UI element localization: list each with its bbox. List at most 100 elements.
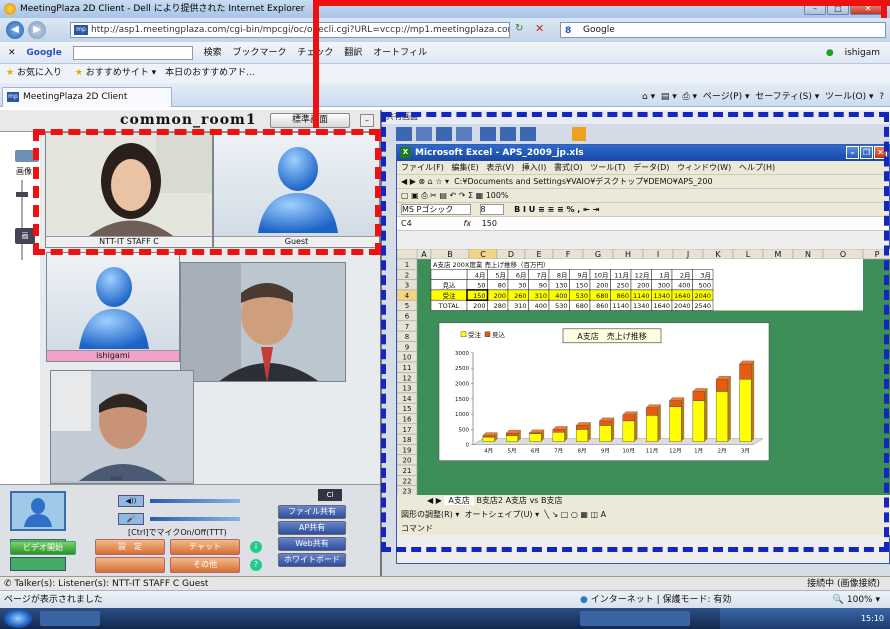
add-favorite-icon[interactable]: ★ [75,68,83,78]
google-search-input[interactable] [72,45,193,60]
search-input[interactable]: 8 Google [560,22,886,38]
speaker-volume-slider[interactable] [150,499,240,503]
toolbar-icon-2[interactable] [416,127,432,141]
cell-value: 310 [514,302,526,310]
connection-status: 接続中 (画像接続) [807,579,880,589]
spreadsheet[interactable]: A B C D E F G H I J K L M N O P 1 2 3 4 5 6 7 8 9 10 11 12 13 14 15 16 1… [397,249,890,495]
google-search-button[interactable]: 検索 [204,48,222,58]
fav-item-1[interactable]: おすすめサイト ▾ [86,68,156,78]
standard-view-button[interactable]: 標準画面 [270,113,350,128]
excel-minimize-button[interactable]: – [846,146,859,159]
cell-ref[interactable]: C4 [401,217,461,230]
toolbar-icon-7[interactable] [520,127,536,141]
mic-icon[interactable]: 🎤 [118,513,144,525]
help-circle-icon[interactable]: ? [250,559,262,571]
toolbar-icon-5[interactable] [480,127,496,141]
url-input[interactable]: mp http://asp1.meetingplaza.com/cgi-bin/m… [70,22,510,38]
volume-slider-handle[interactable] [16,192,28,197]
back-button[interactable]: ◀ [6,21,24,39]
whiteboard-button[interactable]: ホワイトボード [278,553,346,567]
excel-restore-button[interactable]: ❐ [860,146,873,159]
video-tile-yokohama[interactable]: 横浜支店 [180,262,346,382]
help-icon[interactable]: ? [879,92,884,102]
info-icon[interactable]: i [250,541,262,553]
zoom-control[interactable]: 🔍 100% ▾ [833,591,880,609]
toolbar-icon-1[interactable] [396,127,412,141]
file-share-button[interactable]: ファイル共有 [278,505,346,519]
cell-value: 400 [678,282,690,290]
menu-file[interactable]: ファイル(F) [401,163,444,172]
excel-path[interactable]: C:¥Documents and Settings¥VAIO¥デスクトップ¥DE… [454,177,712,186]
collapse-icon[interactable]: – [360,114,374,127]
print-icon[interactable]: ⎙ ▾ [682,92,697,102]
side-button[interactable]: 画 [15,228,35,244]
toolbar-icon-6[interactable] [500,127,516,141]
tab-meetingplaza[interactable]: mp MeetingPlaza 2D Client [2,87,172,107]
excel-close-button[interactable]: ✕ [874,146,887,159]
autoshape-button[interactable]: オートシェイプ(U) ▾ [464,510,539,519]
google-autofill-button[interactable]: オートフィル [373,48,427,58]
sheet-tab-3[interactable]: A支店 vs B支店 [506,496,563,505]
video-tile-staff-c[interactable]: NTT-IT STAFF C [45,132,213,248]
bar-juchu [482,436,495,442]
cmd-safety[interactable]: セーフティ(S) ▾ [755,92,819,102]
formula-input[interactable]: 150 [482,219,497,228]
sheet-tab-1[interactable]: A支店 [444,496,474,505]
video-tile-guest[interactable]: Guest [213,132,380,248]
menu-insert[interactable]: 挿入(I) [522,163,547,172]
mic-volume-slider[interactable] [150,517,240,521]
forward-button[interactable]: ▶ [28,21,46,39]
fav-item-2[interactable]: 本日のおすすめアド... [165,68,255,78]
web-nav-icons[interactable]: ◀ ▶ ⊗ ⌂ ☆ ▾ [401,177,449,186]
menu-help[interactable]: ヘルプ(H) [739,163,775,172]
feeds-icon[interactable]: ▤ ▾ [661,92,677,102]
speaker-icon[interactable]: ◀)) [118,495,144,507]
web-share-button[interactable]: Web共有 [278,537,346,551]
favorites-button[interactable]: お気に入り [17,68,62,78]
quick-launch[interactable] [40,611,100,626]
menu-data[interactable]: データ(D) [633,163,669,172]
column-letter: L [746,250,751,259]
taskbar-apps[interactable] [580,611,690,626]
menu-format[interactable]: 書式(O) [554,163,583,172]
home-icon[interactable]: ⌂ ▾ [642,92,655,102]
toolbar-icon-4[interactable] [456,127,472,141]
ap-share-button[interactable]: AP共有 [278,521,346,535]
google-translate-button[interactable]: 翻訳 [344,48,362,58]
video-tile-ishigami[interactable]: ishigami [46,252,180,362]
toolbar-close-icon[interactable]: ✕ [8,48,16,58]
cl-badge[interactable]: Cl [318,489,342,501]
menu-edit[interactable]: 編集(E) [451,163,478,172]
font-select[interactable]: MS Pゴシック [401,204,471,215]
excel-zoom[interactable]: 100% [486,191,509,200]
stop-icon[interactable]: ✕ [535,22,544,35]
toolbar-icon-3[interactable] [436,127,452,141]
format-icons[interactable]: B I U ≡ ≡ ≡ % , ⇤ ⇥ [514,205,599,214]
google-user[interactable]: ● ishigam [818,42,880,64]
start-button[interactable] [4,609,32,628]
camera-icon[interactable] [15,150,39,162]
refresh-icon[interactable]: ↻ [515,23,523,34]
menu-window[interactable]: ウィンドウ(W) [677,163,731,172]
draw-icons[interactable]: ╲ ↘ □ ○ ▦ ◫ A [544,510,606,519]
video-tile-test[interactable]: test [50,370,194,484]
camera-select-button[interactable] [10,557,66,571]
month-header: 5月 [495,271,506,279]
pointer-icon[interactable] [572,127,586,141]
sheet-tab-2[interactable]: B支店2 [476,496,503,505]
font-size-select[interactable]: 8 [479,204,504,215]
draw-adjust-button[interactable]: 図形の調整(R) ▾ [401,510,459,519]
cmd-page[interactable]: ページ(P) ▾ [703,92,750,102]
sheet-nav-icons[interactable]: ◀ ▶ [427,496,442,505]
menu-view[interactable]: 表示(V) [486,163,514,172]
standard-toolbar-icons[interactable]: ▢ ▣ ⎙ ✂ ▤ ↶ ↷ Σ ▦ [401,191,486,200]
other-button[interactable]: その他 [170,557,240,573]
menu-tools[interactable]: ツール(T) [590,163,625,172]
self-preview[interactable] [10,491,66,531]
chat-button[interactable]: チャット [170,539,240,555]
record-button[interactable] [95,557,165,573]
cmd-tools[interactable]: ツール(O) ▾ [825,92,874,102]
video-start-button[interactable]: ビデオ開始 [10,541,76,555]
google-bookmark-button[interactable]: ブックマーク [232,48,286,58]
settings-button[interactable]: 設 定 [95,539,165,555]
